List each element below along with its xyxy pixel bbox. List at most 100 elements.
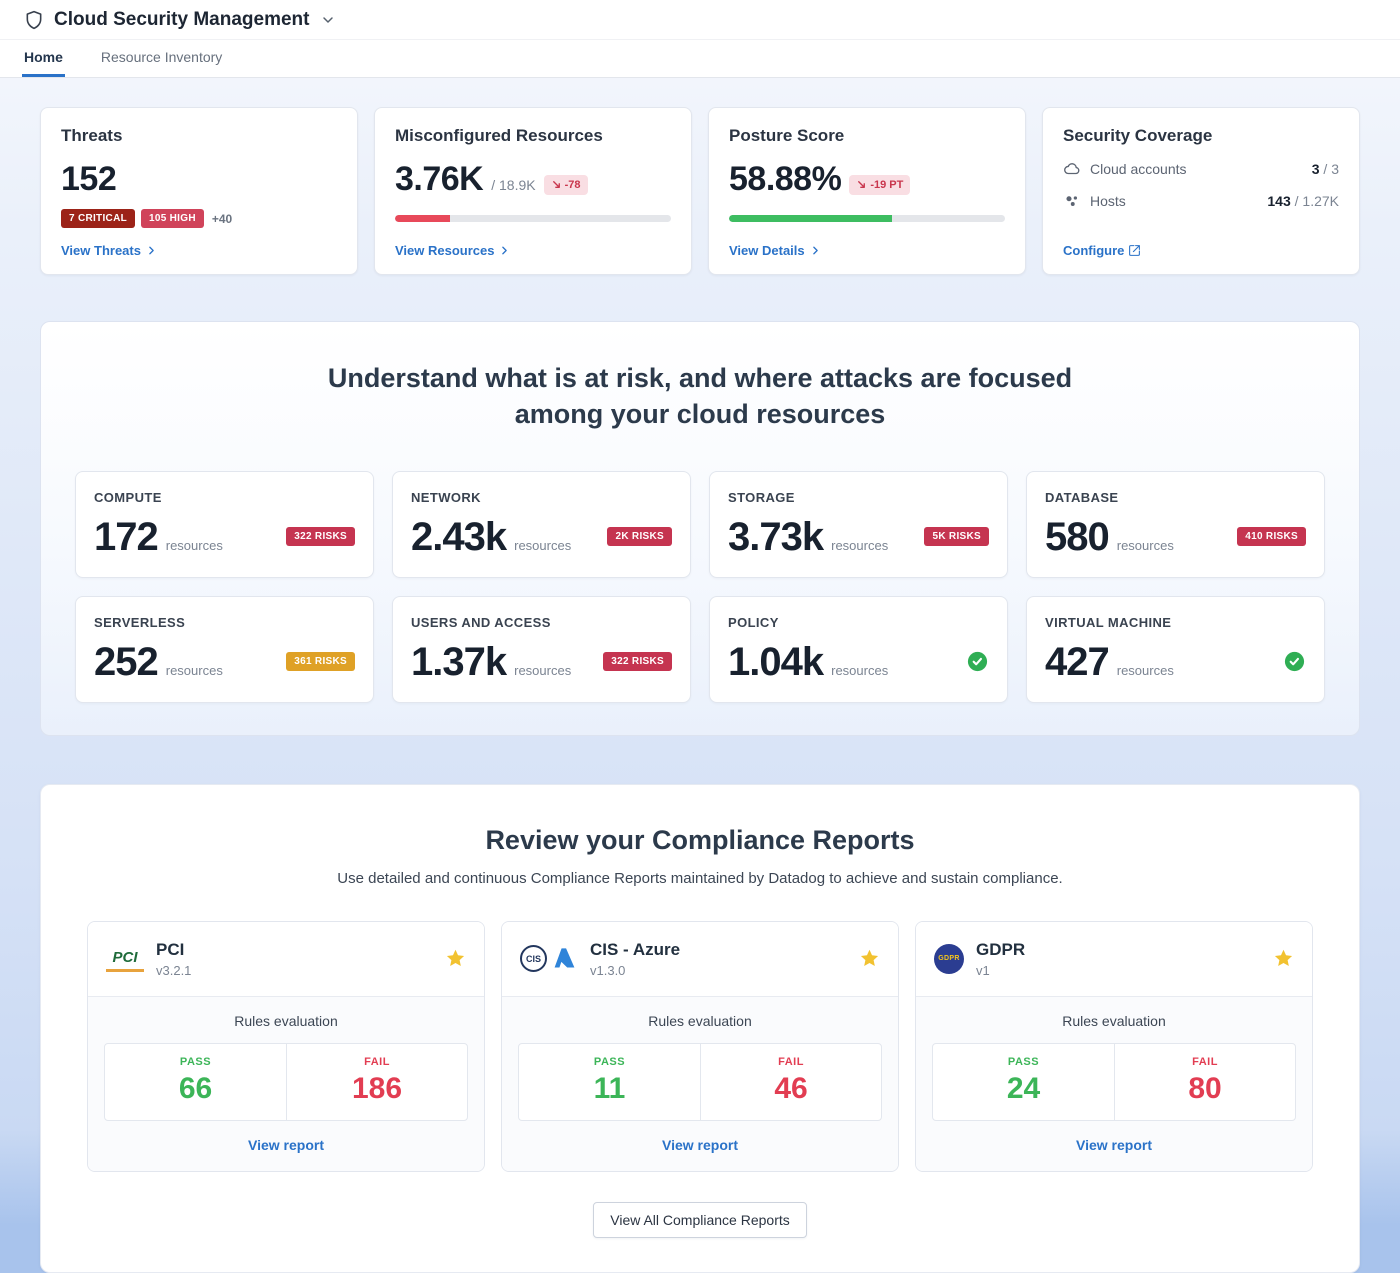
check-circle-icon	[1283, 650, 1306, 673]
coverage-row-cloud-accounts: Cloud accounts 3 / 3	[1063, 160, 1339, 178]
risk-section-title: Understand what is at risk, and where at…	[290, 360, 1110, 433]
configure-link[interactable]: Configure	[1063, 229, 1339, 258]
link-label: Configure	[1063, 243, 1124, 258]
risk-card-database[interactable]: DATABASE 580 resources 410 RISKS	[1026, 471, 1325, 578]
report-header: GDPR GDPR v1	[916, 922, 1312, 996]
main-content: Threats 152 7 CRITICAL 105 HIGH +40 View…	[0, 78, 1400, 1273]
card-title: Misconfigured Resources	[395, 126, 671, 146]
pass-fail-box: PASS 24 FAIL 80	[932, 1043, 1296, 1121]
pass-label: PASS	[941, 1056, 1106, 1068]
fail-cell: FAIL 186	[286, 1044, 467, 1120]
report-card-cis-azure: CIS CIS - Azure v1.3.0 Rules evaluation	[501, 921, 899, 1172]
fail-label: FAIL	[295, 1056, 459, 1068]
tab-resource-inventory[interactable]: Resource Inventory	[99, 40, 224, 77]
resource-count: 3.73k	[728, 517, 823, 557]
report-body: Rules evaluation PASS 66 FAIL 186 View r…	[88, 996, 484, 1171]
risk-category-label: COMPUTE	[94, 490, 355, 505]
fail-label: FAIL	[1123, 1056, 1287, 1068]
view-details-link[interactable]: View Details	[729, 229, 1005, 258]
misconfigured-count: 3.76K	[395, 160, 483, 199]
risk-category-label: STORAGE	[728, 490, 989, 505]
misconfigured-resources-card: Misconfigured Resources 3.76K / 18.9K -7…	[374, 107, 692, 275]
resource-unit-label: resources	[514, 538, 571, 553]
card-title: Threats	[61, 126, 337, 146]
compliance-section-title: Review your Compliance Reports	[87, 825, 1313, 856]
cis-logo: CIS	[520, 945, 547, 972]
tab-home[interactable]: Home	[22, 40, 65, 77]
view-report-link[interactable]: View report	[932, 1121, 1296, 1159]
link-label: View Threats	[61, 243, 141, 258]
pass-fail-box: PASS 11 FAIL 46	[518, 1043, 882, 1121]
risk-card-compute[interactable]: COMPUTE 172 resources 322 RISKS	[75, 471, 374, 578]
view-threats-link[interactable]: View Threats	[61, 229, 337, 258]
cis-azure-logo: CIS	[520, 945, 578, 972]
pass-cell: PASS 66	[105, 1044, 286, 1120]
risk-card-storage[interactable]: STORAGE 3.73k resources 5K RISKS	[709, 471, 1008, 578]
trend-down-icon	[551, 179, 562, 190]
report-name: PCI	[156, 940, 191, 960]
resource-count: 427	[1045, 642, 1109, 682]
chevron-down-icon[interactable]	[320, 12, 336, 28]
coverage-label: Hosts	[1090, 193, 1126, 209]
fail-label: FAIL	[709, 1056, 873, 1068]
trend-badge: -78	[544, 175, 588, 195]
star-icon[interactable]	[859, 948, 880, 969]
coverage-value: 3	[1312, 161, 1320, 177]
coverage-total: / 3	[1323, 161, 1339, 177]
view-resources-link[interactable]: View Resources	[395, 229, 671, 258]
view-report-link[interactable]: View report	[104, 1121, 468, 1159]
check-circle-icon	[966, 650, 989, 673]
pass-fail-box: PASS 66 FAIL 186	[104, 1043, 468, 1121]
report-card-gdpr: GDPR GDPR v1 Rules evaluation PASS 24	[915, 921, 1313, 1172]
resource-unit-label: resources	[166, 663, 223, 678]
risk-count-badge[interactable]: 2K RISKS	[607, 527, 672, 546]
risk-count-badge[interactable]: 410 RISKS	[1237, 527, 1306, 546]
risk-count-badge[interactable]: 5K RISKS	[924, 527, 989, 546]
resource-count: 1.37k	[411, 642, 506, 682]
posture-score-card: Posture Score 58.88% -19 PT View Details	[708, 107, 1026, 275]
risk-category-label: VIRTUAL MACHINE	[1045, 615, 1306, 630]
resource-count: 252	[94, 642, 158, 682]
pass-label: PASS	[113, 1056, 278, 1068]
risk-count-badge[interactable]: 361 RISKS	[286, 652, 355, 671]
resource-count: 1.04k	[728, 642, 823, 682]
card-title: Posture Score	[729, 126, 1005, 146]
risk-category-label: NETWORK	[411, 490, 672, 505]
risk-card-network[interactable]: NETWORK 2.43k resources 2K RISKS	[392, 471, 691, 578]
star-icon[interactable]	[1273, 948, 1294, 969]
view-all-wrap: View All Compliance Reports	[87, 1202, 1313, 1238]
star-icon[interactable]	[445, 948, 466, 969]
trend-value: -78	[565, 179, 581, 191]
resource-unit-label: resources	[1117, 663, 1174, 678]
fail-count: 186	[295, 1072, 459, 1106]
pass-cell: PASS 11	[519, 1044, 700, 1120]
report-card-grid: PCI PCI v3.2.1 Rules evaluation PASS 66	[87, 921, 1313, 1172]
resource-unit-label: resources	[831, 538, 888, 553]
tab-bar: Home Resource Inventory	[0, 40, 1400, 78]
critical-badge[interactable]: 7 CRITICAL	[61, 209, 135, 228]
security-coverage-card: Security Coverage Cloud accounts 3 / 3 H…	[1042, 107, 1360, 275]
fail-cell: FAIL 80	[1114, 1044, 1295, 1120]
report-body: Rules evaluation PASS 24 FAIL 80 View re…	[916, 996, 1312, 1171]
risk-card-policy[interactable]: POLICY 1.04k resources	[709, 596, 1008, 703]
resource-unit-label: resources	[166, 538, 223, 553]
more-threats-count: +40	[212, 212, 232, 226]
risk-count-badge[interactable]: 322 RISKS	[286, 527, 355, 546]
risk-category-label: DATABASE	[1045, 490, 1306, 505]
risk-category-label: SERVERLESS	[94, 615, 355, 630]
risk-card-users-and-access[interactable]: USERS AND ACCESS 1.37k resources 322 RIS…	[392, 596, 691, 703]
coverage-value: 143	[1267, 193, 1290, 209]
view-all-compliance-reports-button[interactable]: View All Compliance Reports	[593, 1202, 807, 1238]
risk-card-serverless[interactable]: SERVERLESS 252 resources 361 RISKS	[75, 596, 374, 703]
pass-label: PASS	[527, 1056, 692, 1068]
risk-category-label: POLICY	[728, 615, 989, 630]
risk-card-virtual-machine[interactable]: VIRTUAL MACHINE 427 resources	[1026, 596, 1325, 703]
pass-count: 24	[941, 1072, 1106, 1106]
shield-icon	[24, 10, 44, 30]
rules-evaluation-label: Rules evaluation	[932, 1013, 1296, 1029]
view-report-link[interactable]: View report	[518, 1121, 882, 1159]
resource-count: 2.43k	[411, 517, 506, 557]
high-badge[interactable]: 105 HIGH	[141, 209, 204, 228]
risk-count-badge[interactable]: 322 RISKS	[603, 652, 672, 671]
compliance-section-subtitle: Use detailed and continuous Compliance R…	[87, 870, 1313, 887]
